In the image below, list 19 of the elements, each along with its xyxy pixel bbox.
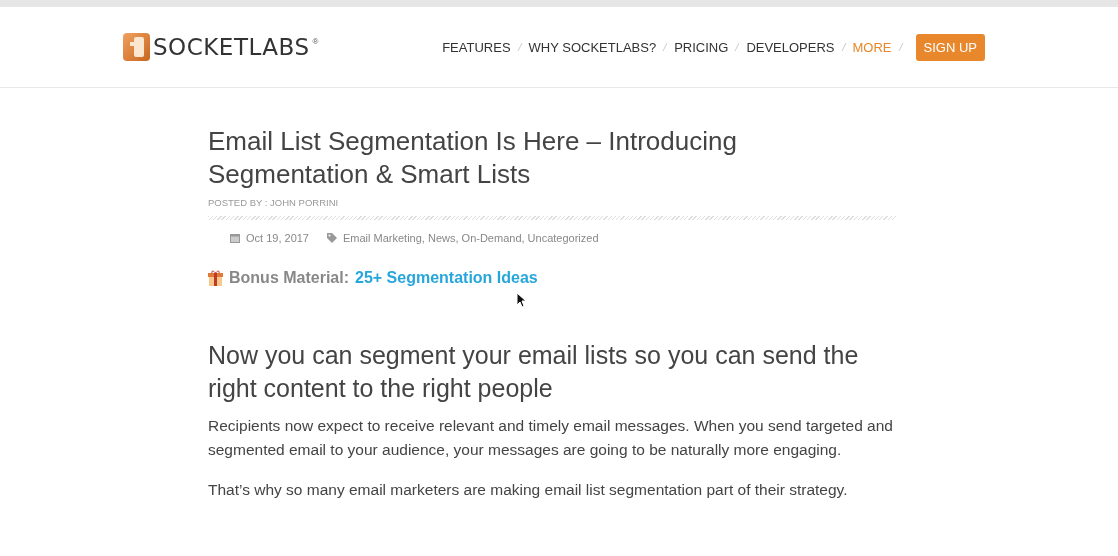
- nav-link[interactable]: PRICING: [674, 39, 729, 55]
- post-date: Oct 19, 2017: [246, 232, 309, 244]
- post-categories: Email Marketing, News, On-Demand, Uncategorized: [343, 232, 599, 244]
- section-heading: Now you can segment your email lists so you can send the right content to the right people: [208, 340, 860, 404]
- tag-icon: [327, 233, 337, 243]
- nav-link[interactable]: FEATURES: [442, 39, 511, 55]
- gift-icon: [208, 270, 223, 286]
- nav-link[interactable]: DEVELOPERS: [746, 39, 835, 55]
- paragraph: Recipients now expect to receive relevant and timely email messages. When you send targeted and segmented email to your audience, your messages are going to be naturally more engaging.: [208, 416, 894, 460]
- byline: POSTED BY : JOHN PORRINI: [208, 197, 340, 208]
- paragraph: That’s why so many email marketers are making email list segmentation part of their strategy.: [208, 480, 849, 500]
- logo-icon: [123, 33, 150, 61]
- logo-wordmark[interactable]: SOCKETLABS: [153, 34, 310, 60]
- calendar-icon: [230, 233, 240, 243]
- bonus-label: Bonus Material:: [229, 269, 349, 287]
- article-title: Email List Segmentation Is Here – Introducing Segmentation & Smart Lists: [208, 125, 738, 191]
- nav-link[interactable]: WHY SOCKETLABS?: [528, 39, 657, 55]
- registered-mark: ®: [312, 37, 319, 46]
- mouse-cursor-icon: [516, 292, 526, 308]
